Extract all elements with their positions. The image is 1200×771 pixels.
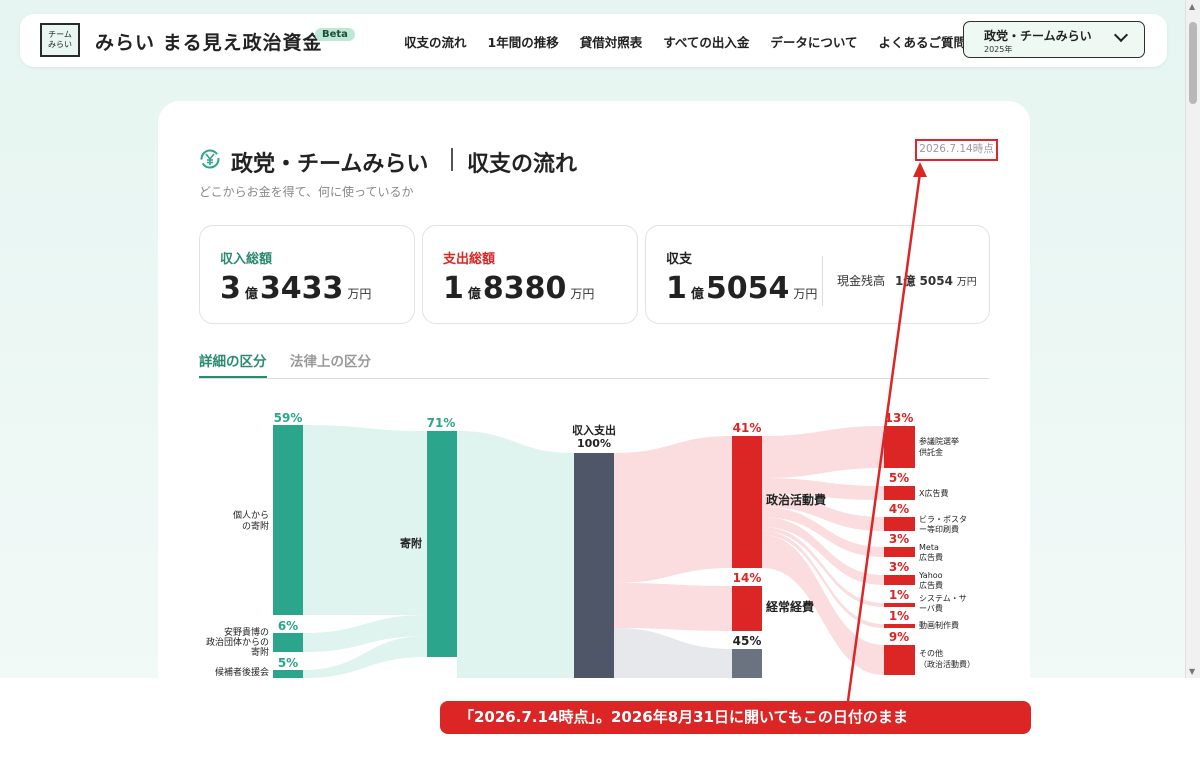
nav-yearly-trend[interactable]: 1年間の推移 <box>488 32 559 51</box>
balance-value: 1 億5054 万円 <box>666 271 817 306</box>
page-tagline: どこからお金を得て、何に使っているか <box>199 185 414 199</box>
income-oku: 3 <box>220 271 241 306</box>
cashflow-card: 政党・チームみらい 収支の流れ どこからお金を得て、何に使っているか 2026.… <box>158 101 1030 701</box>
logo-line-1: チーム <box>48 30 72 39</box>
beta-badge: Beta <box>315 28 355 41</box>
page-scrollbar[interactable]: ▲ ▼ <box>1185 0 1200 678</box>
nav-about-data[interactable]: データについて <box>770 32 857 51</box>
page-title: 収支の流れ <box>467 152 578 177</box>
nav-cashflow[interactable]: 収支の流れ <box>404 32 467 51</box>
cash-balance-unit: 万円 <box>956 277 977 288</box>
expense-oku: 1 <box>443 271 464 306</box>
nav-balance-sheet[interactable]: 貸借対照表 <box>580 32 643 51</box>
selected-org-name: 政党・チームみらい <box>984 29 1092 43</box>
annotation-callout: 「2026.7.14時点」。2026年8月31日に開いてもこの日付のまま <box>440 701 1031 734</box>
income-oku-unit: 億 <box>244 287 258 302</box>
title-divider <box>451 148 453 171</box>
scrollbar-thumb[interactable] <box>1189 22 1197 104</box>
balance-label: 収支 <box>666 252 693 267</box>
income-total-value: 3 億3433 万円 <box>220 271 371 306</box>
income-total-card: 収入総額 3 億3433 万円 <box>199 225 415 324</box>
org-title: 政党・チームみらい <box>231 152 429 177</box>
nav-all-transactions[interactable]: すべての出入金 <box>663 32 749 51</box>
site-logo[interactable]: チーム みらい <box>40 23 80 57</box>
expense-total-label: 支出総額 <box>443 252 496 267</box>
expense-oku-unit: 億 <box>467 287 481 302</box>
scroll-up-icon[interactable]: ▲ <box>1189 2 1195 11</box>
expense-man-unit: 万円 <box>570 287 595 301</box>
expense-man: 8380 <box>482 271 567 306</box>
income-man: 3433 <box>259 271 344 306</box>
expense-total-card: 支出総額 1 億8380 万円 <box>422 225 638 324</box>
site-title[interactable]: みらい まる見え政治資金 <box>95 28 323 55</box>
nav-faq[interactable]: よくあるご質問 <box>879 32 967 51</box>
tab-detailed-category[interactable]: 詳細の区分 <box>199 350 267 378</box>
site-header: チーム みらい みらい まる見え政治資金 Beta 収支の流れ 1年間の推移 貸… <box>20 14 1167 67</box>
cash-balance: 現金残高 1億 5054 万円 <box>822 256 977 306</box>
cash-balance-label: 現金残高 <box>837 274 886 288</box>
yen-refresh-icon <box>200 149 220 169</box>
income-man-unit: 万円 <box>347 287 372 301</box>
income-total-label: 収入総額 <box>220 252 273 267</box>
logo-line-2: みらい <box>48 40 72 49</box>
main-nav: 収支の流れ 1年間の推移 貸借対照表 すべての出入金 データについて よくあるご… <box>404 32 966 51</box>
cash-balance-value: 1億 5054 <box>895 274 953 288</box>
balance-man-unit: 万円 <box>793 287 818 301</box>
organization-selector[interactable]: 政党・チームみらい 2025年 <box>963 21 1145 58</box>
chevron-down-icon <box>1113 27 1129 43</box>
tab-legal-category[interactable]: 法律上の区分 <box>290 350 371 376</box>
balance-man: 5054 <box>705 271 790 306</box>
balance-oku-unit: 億 <box>690 287 704 302</box>
balance-oku: 1 <box>666 271 687 306</box>
selected-org-year: 2025年 <box>984 45 1013 54</box>
expense-total-value: 1 億8380 万円 <box>443 271 594 306</box>
scroll-down-icon[interactable]: ▼ <box>1189 667 1195 676</box>
balance-card: 収支 1 億5054 万円 現金残高 1億 5054 万円 <box>645 225 990 324</box>
category-tabs: 詳細の区分 法律上の区分 <box>199 350 989 379</box>
as-of-date: 2026.7.14時点 <box>915 139 998 161</box>
